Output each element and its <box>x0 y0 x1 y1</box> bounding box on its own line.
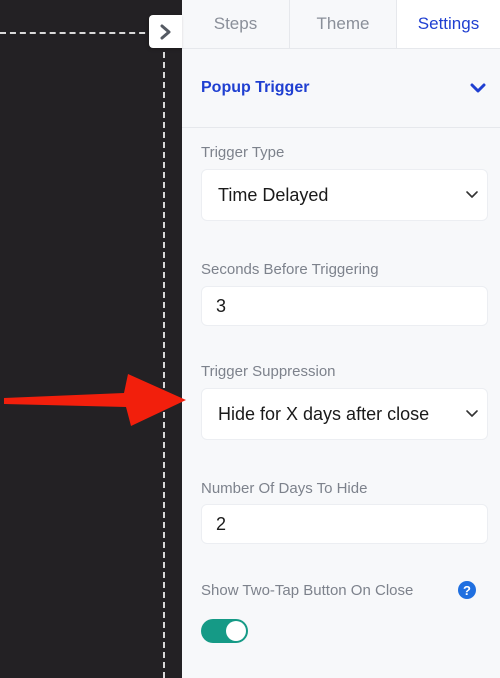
suppression-label: Trigger Suppression <box>201 363 336 380</box>
panel-tabs: Steps Theme Settings <box>182 0 500 49</box>
tab-theme[interactable]: Theme <box>289 0 396 48</box>
chevron-down-icon <box>470 83 486 92</box>
red-arrow-icon <box>4 374 186 426</box>
question-circle-icon[interactable]: ? <box>458 581 476 599</box>
toggle-knob <box>226 621 246 641</box>
collapse-panel-button[interactable] <box>149 15 182 48</box>
chevron-down-icon <box>466 191 478 198</box>
days-label: Number Of Days To Hide <box>201 480 368 497</box>
chevron-down-icon <box>466 410 478 417</box>
suppression-select[interactable]: Hide for X days after close <box>201 388 488 440</box>
trigger-type-value: Time Delayed <box>218 184 329 205</box>
canvas-dashed-border-right <box>163 32 165 678</box>
chevron-right-icon <box>160 24 170 39</box>
days-input[interactable]: 2 <box>201 504 488 544</box>
two-tap-toggle[interactable] <box>201 619 248 643</box>
tab-steps[interactable]: Steps <box>182 0 289 48</box>
trigger-type-select[interactable]: Time Delayed <box>201 169 488 221</box>
seconds-value: 3 <box>216 295 227 316</box>
preview-canvas <box>0 0 182 678</box>
trigger-type-label: Trigger Type <box>201 144 285 161</box>
seconds-label: Seconds Before Triggering <box>201 261 379 278</box>
canvas-dashed-border-top <box>0 32 165 34</box>
tab-settings[interactable]: Settings <box>396 0 500 48</box>
days-value: 2 <box>216 513 227 534</box>
suppression-value: Hide for X days after close <box>218 403 430 424</box>
seconds-input[interactable]: 3 <box>201 286 488 326</box>
popup-trigger-section-header[interactable]: Popup Trigger <box>182 48 500 128</box>
editor-window: Steps Theme Settings Popup Trigger Trigg… <box>0 0 500 678</box>
settings-panel: Steps Theme Settings Popup Trigger Trigg… <box>182 0 500 678</box>
two-tap-label: Show Two-Tap Button On Close <box>201 582 414 599</box>
section-title: Popup Trigger <box>201 78 310 96</box>
